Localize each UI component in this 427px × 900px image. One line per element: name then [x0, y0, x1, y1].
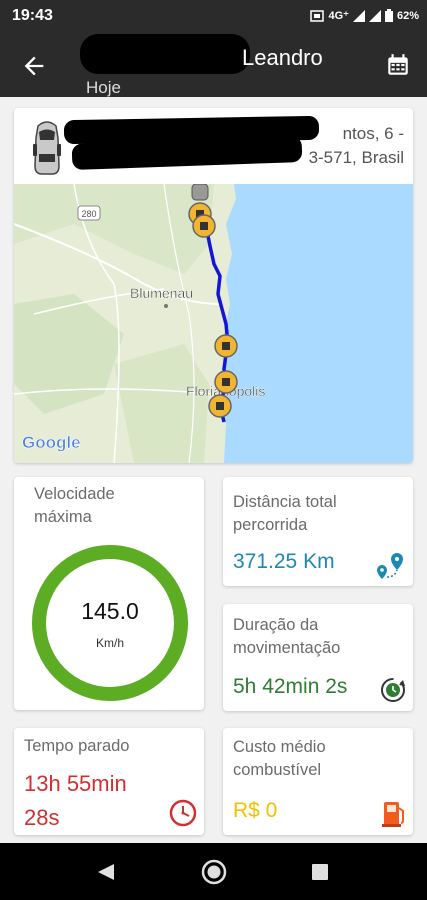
status-bar: 19:43 4G⁺ 62%: [0, 0, 427, 34]
google-logo: Google: [22, 433, 81, 452]
signal-icon: [352, 9, 365, 22]
stopped-time-card: Tempo parado 13h 55min 28s: [14, 728, 204, 835]
nav-back-icon[interactable]: [96, 862, 116, 882]
distance-card: Distância total percorrida 371.25 Km: [223, 477, 413, 586]
duration-value: 5h 42min 2s: [233, 675, 348, 698]
stopped-time-label: Tempo parado: [24, 737, 130, 755]
fuel-cost-label: Custo médio combustível: [233, 738, 326, 779]
network-type: 4G⁺: [328, 10, 349, 22]
volte-icon: [310, 9, 325, 22]
route-marker[interactable]: [214, 370, 238, 394]
max-speed-value: 145.0: [81, 598, 139, 624]
route-map[interactable]: 280 Blumenau Florianópolis Google: [14, 184, 413, 463]
vehicle-marker[interactable]: [191, 184, 209, 201]
road-shield: 280: [81, 209, 96, 219]
fuel-cost-card: Custo médio combustível R$ 0: [223, 728, 413, 835]
max-speed-label: Velocidade máxima: [34, 485, 115, 526]
fuel-cost-value: R$ 0: [233, 799, 278, 822]
signal-icon-2: [368, 9, 381, 22]
fuel-pump-icon: [382, 802, 404, 827]
max-speed-card: Velocidade máxima 145.0 Km/h: [14, 477, 204, 710]
clock-cycle-icon: [381, 678, 405, 702]
distance-label: Distância total percorrida: [233, 493, 337, 534]
duration-card: Duração da movimentação 5h 42min 2s: [223, 604, 413, 711]
stopped-time-value-line1: 13h 55min: [24, 771, 127, 796]
app-bar: Leandro Hoje: [0, 34, 427, 97]
nav-recents-icon[interactable]: [311, 863, 329, 881]
car-icon: [33, 121, 61, 175]
route-pin-icon: [377, 553, 403, 579]
stopped-time-value-line2: 28s: [24, 805, 60, 830]
system-nav-bar: [0, 843, 427, 900]
battery-level: 62%: [396, 9, 419, 22]
nav-home-icon[interactable]: [200, 858, 228, 886]
battery-icon: [384, 9, 393, 22]
status-icons: 4G⁺ 62%: [310, 9, 419, 22]
page-title: Leandro: [242, 45, 323, 70]
trip-card: ntos, 6 - 3-571, Brasil 280 Blumenau Flo…: [14, 108, 413, 463]
max-speed-unit: Km/h: [95, 636, 124, 650]
route-marker[interactable]: [192, 214, 216, 238]
calendar-icon[interactable]: [385, 52, 411, 78]
duration-label: Duração da movimentação: [233, 616, 341, 657]
route-marker[interactable]: [208, 394, 232, 418]
distance-value: 371.25 Km: [233, 550, 335, 573]
page-subtitle: Hoje: [86, 78, 121, 97]
status-time: 19:43: [12, 7, 53, 24]
route-marker[interactable]: [214, 334, 238, 358]
back-arrow-icon[interactable]: [20, 52, 48, 80]
city-label-blumenau: Blumenau: [130, 285, 193, 301]
clock-icon: [169, 799, 197, 827]
redacted-name: [80, 34, 250, 74]
